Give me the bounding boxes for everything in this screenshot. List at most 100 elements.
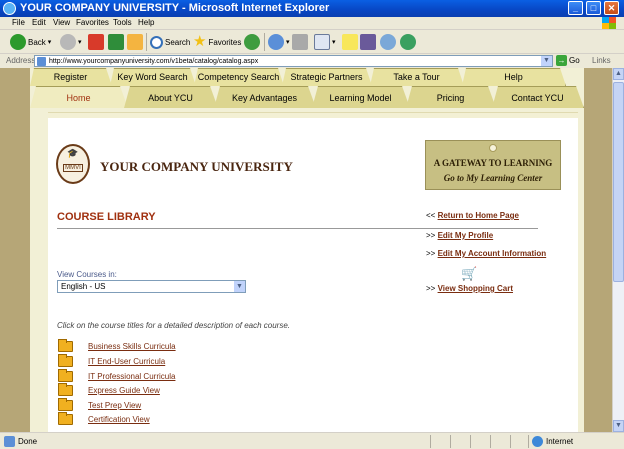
tab-strategic-partners[interactable]: Strategic Partners <box>282 68 372 86</box>
menu-favorites[interactable]: Favorites <box>76 18 109 27</box>
menu-file[interactable]: File <box>12 18 25 27</box>
links-button[interactable]: Links <box>592 56 611 65</box>
course-link[interactable]: IT End-User Curricula <box>88 357 165 366</box>
menu-bar: File Edit View Favorites Tools Help <box>0 17 624 30</box>
shopping-cart-icon[interactable]: 🛒 <box>461 266 477 282</box>
status-done: Done <box>4 436 37 447</box>
refresh-button[interactable] <box>108 33 124 51</box>
university-name: YOUR COMPANY UNIVERSITY <box>100 159 293 174</box>
menu-help[interactable]: Help <box>138 18 154 27</box>
go-arrow-icon: → <box>556 55 567 66</box>
home-button[interactable] <box>127 33 143 51</box>
folder-icon <box>58 398 73 411</box>
course-link[interactable]: Test Prep View <box>88 401 141 410</box>
edit-button[interactable]: ▾ <box>314 33 336 51</box>
address-input[interactable]: http://www.yourcompanyuniversity.com/v1b… <box>34 55 553 67</box>
page-icon <box>4 436 15 447</box>
toolbar-separator <box>264 33 265 51</box>
edit-profile-link[interactable]: Edit My Profile <box>438 231 494 240</box>
messenger-button[interactable] <box>380 33 396 51</box>
learning-center-link[interactable]: Go to My Learning Center <box>426 173 560 183</box>
folder-icon <box>58 383 73 396</box>
search-button[interactable]: Search <box>150 33 190 51</box>
chevron-down-icon[interactable]: ▼ <box>541 56 552 66</box>
tab-contact-ycu[interactable]: Contact YCU <box>492 86 584 108</box>
university-seal-logo: 🎓 MMVI <box>56 144 90 184</box>
url-text: http://www.yourcompanyuniversity.com/v1b… <box>49 58 259 65</box>
status-divider <box>510 435 511 448</box>
chevron-down-icon: ▾ <box>286 39 290 46</box>
home-icon <box>127 34 143 50</box>
go-button[interactable]: → Go <box>556 55 580 66</box>
course-link[interactable]: Express Guide View <box>88 386 160 395</box>
status-divider <box>430 435 431 448</box>
seal-year: MMVI <box>63 164 83 172</box>
scroll-down-icon[interactable]: ▼ <box>613 420 624 432</box>
tab-pricing[interactable]: Pricing <box>406 86 496 108</box>
back-label: Back <box>28 37 46 47</box>
course-link[interactable]: Business Skills Curricula <box>88 342 176 351</box>
edit-account-link[interactable]: Edit My Account Information <box>438 249 547 258</box>
tab-learning-model[interactable]: Learning Model <box>312 86 410 108</box>
print-button[interactable] <box>292 33 308 51</box>
discuss-button[interactable] <box>400 33 416 51</box>
link-prefix: >> <box>426 231 436 240</box>
return-home-link[interactable]: Return to Home Page <box>438 211 519 220</box>
security-zone: Internet <box>532 436 573 447</box>
folder-icon <box>58 354 73 367</box>
back-button[interactable]: Back ▾ <box>10 33 51 51</box>
language-value: English - US <box>61 282 106 291</box>
minimize-button[interactable]: _ <box>568 1 583 15</box>
status-divider <box>490 435 491 448</box>
tab-home[interactable]: Home <box>30 86 128 108</box>
status-divider <box>470 435 471 448</box>
scroll-up-icon[interactable]: ▲ <box>613 68 624 80</box>
language-select[interactable]: English - US ▼ <box>57 280 246 293</box>
learning-center-banner[interactable]: A GATEWAY TO LEARNING Go to My Learning … <box>425 140 561 190</box>
address-bar: Address http://www.yourcompanyuniversity… <box>0 54 624 68</box>
view-cart-link[interactable]: View Shopping Cart <box>438 284 513 293</box>
tab-key-advantages[interactable]: Key Advantages <box>214 86 316 108</box>
scroll-thumb[interactable] <box>613 82 624 282</box>
mail-button[interactable]: ▾ <box>268 33 290 51</box>
tab-help[interactable]: Help <box>462 68 566 86</box>
address-label: Address <box>6 56 36 65</box>
tab-about-ycu[interactable]: About YCU <box>124 86 218 108</box>
nav-row-top: Register Key Word Search Competency Sear… <box>30 68 584 86</box>
tab-competency-search[interactable]: Competency Search <box>194 68 284 86</box>
menu-view[interactable]: View <box>53 18 70 27</box>
windows-logo-icon <box>602 17 616 29</box>
forward-button[interactable]: ▾ <box>60 33 82 51</box>
ie-icon <box>3 2 16 15</box>
edit-account-row: >> Edit My Account Information <box>426 249 546 258</box>
close-button[interactable]: ✕ <box>604 1 619 15</box>
view-courses-label: View Courses in: <box>57 270 117 279</box>
mail-icon <box>268 34 284 50</box>
folder-icon <box>58 369 73 382</box>
favorites-button[interactable]: ★ Favorites <box>193 33 241 51</box>
menu-edit[interactable]: Edit <box>32 18 46 27</box>
toolbar: Back ▾ ▾ Search ★ Favorites ▾ ▾ <box>0 30 624 54</box>
banner-headline: A GATEWAY TO LEARNING <box>433 158 553 168</box>
chevron-down-icon: ▾ <box>78 39 82 46</box>
link-prefix: << <box>426 211 436 220</box>
chevron-down-icon[interactable]: ▼ <box>234 281 245 292</box>
globe-icon <box>532 436 543 447</box>
stop-button[interactable] <box>88 33 104 51</box>
menu-tools[interactable]: Tools <box>113 18 132 27</box>
history-button[interactable] <box>244 33 260 51</box>
discuss-icon <box>400 34 416 50</box>
note-button[interactable] <box>342 33 358 51</box>
folder-icon <box>58 412 73 425</box>
star-icon: ★ <box>193 33 207 50</box>
maximize-button[interactable]: □ <box>586 1 601 15</box>
tab-register[interactable]: Register <box>30 68 112 86</box>
tab-key-word-search[interactable]: Key Word Search <box>110 68 196 86</box>
vertical-scrollbar[interactable]: ▲ ▼ <box>612 68 624 432</box>
tab-take-a-tour[interactable]: Take a Tour <box>370 68 464 86</box>
course-link[interactable]: Certification View <box>88 415 150 424</box>
research-button[interactable] <box>360 33 376 51</box>
stop-icon <box>88 34 104 50</box>
divider <box>57 228 538 229</box>
course-link[interactable]: IT Professional Curricula <box>88 372 175 381</box>
